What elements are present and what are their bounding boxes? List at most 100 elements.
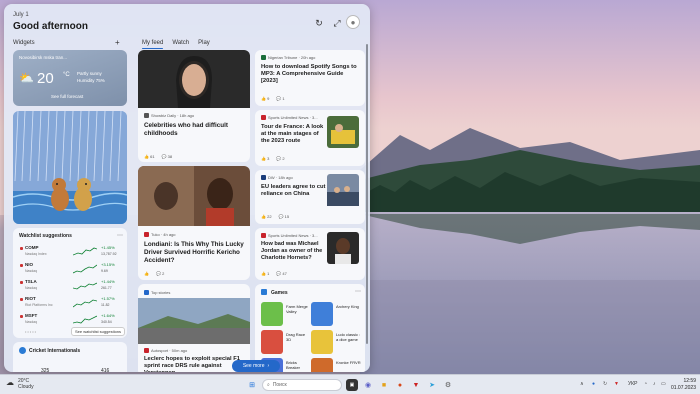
watchlist-row[interactable]: TSLA Nasdaq +1.44% 261.77 bbox=[19, 278, 123, 296]
weather-location[interactable]: Novosibirsk mska tran... bbox=[19, 55, 67, 60]
telegram-icon[interactable]: ➤ bbox=[426, 379, 438, 391]
stock-price: 13,787.92 bbox=[101, 252, 117, 256]
stock-symbol: RIOT bbox=[25, 296, 36, 301]
tray-sync-icon[interactable]: ↻ bbox=[603, 381, 607, 387]
game-name: Archery King bbox=[336, 304, 359, 309]
volume-icon[interactable]: ♪ bbox=[653, 381, 656, 387]
weather-humidity: Humidity 75% bbox=[77, 78, 105, 83]
games-title[interactable]: Games bbox=[271, 290, 288, 296]
task-view-icon[interactable]: ▣ bbox=[346, 379, 358, 391]
top-stories-card[interactable]: Top stories Autosport · 50m ago Leclerc … bbox=[138, 284, 250, 372]
comment-button[interactable]: 💬 1 bbox=[276, 96, 284, 101]
news-headline[interactable]: EU leaders agree to cut reliance on Chin… bbox=[261, 184, 329, 198]
news-card[interactable]: Nigerian Tribune · 20h ago How to downlo… bbox=[255, 50, 365, 106]
stock-exchange: Riot Platforms Inc bbox=[25, 303, 53, 307]
watchlist-row[interactable]: RIOT Riot Platforms Inc +1.57% 11.82 bbox=[19, 295, 123, 313]
news-card[interactable]: Sports Unlimited News · 3... How bad was… bbox=[255, 228, 365, 280]
more-options-icon[interactable]: ⋯ bbox=[355, 288, 361, 295]
tab-watch[interactable]: Watch bbox=[172, 40, 189, 46]
watchlist-row[interactable]: NIO Nasdaq +3.15% 9.69 bbox=[19, 261, 123, 279]
watchlist-title[interactable]: Watchlist suggestions bbox=[19, 233, 72, 239]
stock-symbol: COMP bbox=[25, 245, 39, 250]
rain-illustration-card[interactable] bbox=[13, 111, 127, 224]
wifi-icon[interactable]: ◔ bbox=[644, 381, 647, 387]
news-thumbnail bbox=[327, 174, 359, 206]
like-button[interactable]: 👍 3 bbox=[261, 156, 269, 161]
tray-app-icon[interactable]: ● bbox=[592, 381, 595, 387]
comment-count: 1 bbox=[282, 96, 285, 101]
comment-count: 2 bbox=[162, 271, 165, 276]
games-widget: Games ⋯ Farm Merge Valley Archery King D… bbox=[255, 284, 365, 372]
search-icon: ⌕ bbox=[267, 382, 270, 388]
stock-price: 340.54 bbox=[101, 320, 112, 324]
like-button[interactable]: 👍 bbox=[144, 271, 149, 276]
news-headline[interactable]: How to download Spotify Songs to MP3: A … bbox=[261, 64, 361, 85]
comment-button[interactable]: 💬 38 bbox=[162, 154, 173, 159]
news-source: Sports Unlimited News · 3... bbox=[261, 233, 318, 239]
source-logo-icon bbox=[261, 233, 266, 239]
news-headline[interactable]: Celebrities who had difficult childhoods bbox=[144, 122, 244, 138]
cricket-widget[interactable]: Cricket Internationals 325 416 bbox=[13, 342, 127, 372]
news-card[interactable]: Showbiz Daily · 18h ago Celebrities who … bbox=[138, 50, 250, 162]
search-input[interactable]: ⌕ Поиск bbox=[262, 379, 342, 391]
game-tile[interactable]: Archery King bbox=[311, 302, 361, 328]
news-card[interactable]: DW · 18h ago EU leaders agree to cut rel… bbox=[255, 170, 365, 224]
comment-button[interactable]: 💬 2 bbox=[156, 271, 164, 276]
like-button[interactable]: 👍 9 bbox=[261, 96, 269, 101]
news-headline[interactable]: Londiani: Is This Why This Lucky Driver … bbox=[144, 241, 246, 265]
comment-button[interactable]: 💬 47 bbox=[276, 271, 287, 276]
more-options-icon[interactable]: ⋯ bbox=[117, 232, 123, 239]
game-thumbnail bbox=[311, 358, 333, 372]
stock-price: 9.69 bbox=[101, 269, 108, 273]
tab-play[interactable]: Play bbox=[198, 40, 210, 46]
comment-button[interactable]: 💬 15 bbox=[279, 214, 290, 219]
game-tile[interactable]: Farm Merge Valley bbox=[261, 302, 311, 328]
game-tile[interactable]: Drag Race 3D bbox=[261, 330, 311, 356]
see-more-button[interactable]: See more › bbox=[232, 360, 280, 372]
file-explorer-icon[interactable]: ■ bbox=[378, 379, 390, 391]
news-card[interactable]: Tuko · 4h ago Londiani: Is This Why This… bbox=[138, 166, 250, 280]
see-more-label: See more bbox=[242, 363, 265, 369]
system-clock[interactable]: 12:59 01.07.2023 bbox=[670, 378, 696, 392]
battery-icon[interactable]: ▭ bbox=[661, 381, 666, 387]
stock-change: +1.64% bbox=[101, 313, 115, 318]
pagination-dots[interactable]: ••••• bbox=[25, 329, 37, 334]
like-button[interactable]: 👍 1 bbox=[261, 271, 269, 276]
news-source: Sports Unlimited News · 3... bbox=[261, 115, 318, 121]
sparkline bbox=[73, 264, 97, 274]
game-tile[interactable]: Ludo classic : a dice game bbox=[311, 330, 361, 356]
taskbar: ☁ 20°C Cloudy ⊞ ⌕ Поиск ▣ ◉ ■ ● ▼ ➤ ⚙ ∧ … bbox=[0, 374, 700, 394]
add-widget-button[interactable]: + bbox=[115, 38, 120, 47]
like-count: 1 bbox=[267, 271, 270, 276]
avatar[interactable]: ● bbox=[346, 15, 360, 29]
game-thumbnail bbox=[311, 302, 333, 326]
start-button[interactable]: ⊞ bbox=[246, 379, 258, 391]
watchlist-row[interactable]: COMP Nasdaq Index +1.45% 13,787.92 bbox=[19, 244, 123, 262]
comment-button[interactable]: 💬 2 bbox=[276, 156, 284, 161]
see-watchlist-button[interactable]: See watchlist suggestions bbox=[71, 327, 126, 336]
feed-scrollbar[interactable] bbox=[366, 44, 368, 344]
see-forecast-link[interactable]: See full forecast bbox=[51, 94, 83, 99]
game-name: Farm Merge Valley bbox=[286, 304, 308, 314]
cloud-icon: ☁ bbox=[6, 378, 14, 387]
browser-icon[interactable]: ● bbox=[394, 379, 406, 391]
expand-icon[interactable]: ⤢ bbox=[330, 16, 344, 30]
like-button[interactable]: 👍 22 bbox=[261, 214, 272, 219]
refresh-icon[interactable]: ↻ bbox=[312, 16, 326, 30]
tab-my-feed[interactable]: My feed bbox=[142, 40, 164, 49]
game-tile[interactable]: Kronke FRVR bbox=[311, 358, 361, 372]
top-stories-text: Top stories bbox=[151, 290, 171, 295]
tray-vivaldi-icon[interactable]: ▼ bbox=[614, 381, 619, 387]
tray-chevron-up-icon[interactable]: ∧ bbox=[580, 381, 584, 387]
like-button[interactable]: 👍 61 bbox=[144, 154, 155, 159]
chat-icon[interactable]: ◉ bbox=[362, 379, 374, 391]
news-meta: 👍 1 💬 47 bbox=[261, 271, 287, 276]
language-indicator[interactable]: УКР bbox=[628, 381, 637, 387]
news-card[interactable]: Sports Unlimited News · 3... Tour de Fra… bbox=[255, 110, 365, 166]
weather-widget[interactable]: Novosibirsk mska tran... ⛅ 20 °C Partly … bbox=[13, 50, 127, 106]
weather-unit[interactable]: °C bbox=[63, 72, 70, 78]
news-headline[interactable]: Tour de France: A look at the main stage… bbox=[261, 124, 327, 145]
vivaldi-icon[interactable]: ▼ bbox=[410, 379, 422, 391]
news-headline[interactable]: How bad was Michael Jordan as owner of t… bbox=[261, 241, 329, 262]
settings-gear-icon[interactable]: ⚙ bbox=[442, 379, 454, 391]
